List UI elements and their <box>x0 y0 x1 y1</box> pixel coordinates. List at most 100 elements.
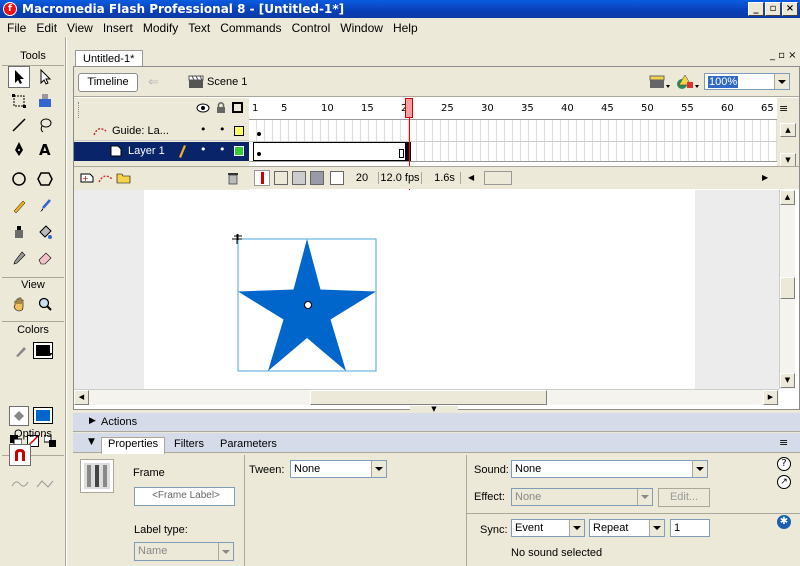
keyframe[interactable] <box>257 132 261 136</box>
snap-to-objects-icon[interactable] <box>9 444 31 466</box>
help-icon[interactable]: ? <box>777 457 791 471</box>
stage-scroll-up-icon[interactable]: ▲ <box>780 190 795 205</box>
edit-symbols-icon[interactable] <box>675 72 699 95</box>
line-tool-icon[interactable] <box>8 114 30 136</box>
scroll-down-icon[interactable]: ▼ <box>780 153 796 167</box>
edit-multiple-frames-icon[interactable] <box>310 171 324 185</box>
label-type-select[interactable]: Name <box>134 542 234 561</box>
fill-transform-tool-icon[interactable] <box>34 90 56 112</box>
lasso-tool-icon[interactable] <box>34 114 56 136</box>
scroll-up-icon[interactable]: ▲ <box>780 123 796 137</box>
delete-layer-trash-icon[interactable] <box>226 171 240 185</box>
paint-bucket-tool-icon[interactable] <box>34 221 56 243</box>
back-arrow-icon[interactable]: ⇐ <box>148 75 159 90</box>
onion-skin-outlines-icon[interactable] <box>292 171 306 185</box>
hscroll-right-icon[interactable]: ▶ <box>762 172 774 184</box>
stage-canvas[interactable] <box>144 190 695 389</box>
zoom-combo[interactable]: 100% <box>704 73 790 90</box>
free-transform-tool-icon[interactable] <box>8 90 30 112</box>
frame-label-input[interactable]: <Frame Label> <box>134 487 235 506</box>
eraser-tool-icon[interactable] <box>34 247 56 269</box>
oval-tool-icon[interactable] <box>8 168 30 190</box>
playhead[interactable] <box>405 98 413 118</box>
edit-sound-button[interactable]: Edit... <box>658 488 710 507</box>
effect-select[interactable]: None <box>511 488 653 506</box>
show-hide-eye-icon[interactable] <box>196 103 210 116</box>
frame-span[interactable] <box>253 142 409 161</box>
stage-vscrollbar[interactable]: ▲ ▼ <box>779 190 795 389</box>
stage-scroll-down-icon[interactable]: ▼ <box>780 373 795 388</box>
stage-scroll-right-icon[interactable]: ▶ <box>763 390 778 405</box>
timeline-toggle-button[interactable]: Timeline <box>78 73 138 92</box>
tween-select[interactable]: None <box>290 460 387 478</box>
actions-panel-header[interactable]: ▶ Actions <box>73 413 800 432</box>
brush-tool-icon[interactable] <box>34 195 56 217</box>
modify-onion-markers-icon[interactable] <box>330 171 344 185</box>
close-icon[interactable]: × <box>782 2 798 16</box>
collapse-arrow-icon[interactable]: ▼ <box>88 437 95 447</box>
menu-commands[interactable]: Commands <box>215 21 286 35</box>
add-motion-guide-icon[interactable] <box>98 172 114 184</box>
stage-hscrollbar[interactable]: ◀ ▶ <box>74 389 779 405</box>
menu-control[interactable]: Control <box>287 21 336 35</box>
edit-in-place-icon[interactable]: ↗ <box>777 475 791 489</box>
menu-window[interactable]: Window <box>335 21 388 35</box>
frame-rate[interactable]: 12.0 fps <box>378 172 422 184</box>
sound-select[interactable]: None <box>511 460 708 478</box>
lock-icon[interactable] <box>216 101 226 117</box>
repeat-count-input[interactable]: 1 <box>670 519 710 537</box>
onion-skin-icon[interactable] <box>274 171 288 185</box>
document-tab[interactable]: Untitled-1* <box>75 50 143 67</box>
hand-tool-icon[interactable] <box>8 293 30 315</box>
pen-tool-icon[interactable] <box>8 138 30 160</box>
polystar-tool-icon[interactable] <box>34 168 56 190</box>
tab-parameters[interactable]: Parameters <box>220 438 277 450</box>
menu-view[interactable]: View <box>62 21 98 35</box>
accessibility-icon[interactable]: ✱ <box>777 515 791 529</box>
restore-icon[interactable]: ▫ <box>765 2 781 16</box>
edit-scene-icon[interactable] <box>648 73 670 94</box>
transform-point[interactable] <box>304 301 312 309</box>
stroke-color-swatch[interactable] <box>33 342 53 359</box>
star-shape[interactable] <box>232 234 382 384</box>
menu-text[interactable]: Text <box>183 21 215 35</box>
timeline-menu-icon[interactable]: ≡ <box>779 102 788 115</box>
tab-properties[interactable]: Properties <box>101 437 166 454</box>
menu-help[interactable]: Help <box>388 21 423 35</box>
text-tool-icon[interactable]: A <box>34 138 56 160</box>
fill-color-swatch[interactable] <box>33 407 53 424</box>
subselection-tool-icon[interactable] <box>34 66 56 88</box>
sync-select[interactable]: Event <box>511 519 585 537</box>
layer-outline-color[interactable] <box>234 126 244 136</box>
smooth-icon[interactable] <box>9 473 31 495</box>
eyedropper-tool-icon[interactable] <box>8 247 30 269</box>
stage-scroll-left-icon[interactable]: ◀ <box>74 390 89 405</box>
panel-menu-icon[interactable]: ≡ <box>779 436 788 449</box>
tab-filters[interactable]: Filters <box>174 438 204 450</box>
minimize-icon[interactable]: _ <box>748 2 764 16</box>
expand-arrow-icon[interactable]: ▶ <box>89 416 96 426</box>
repeat-select[interactable]: Repeat <box>589 519 665 537</box>
ink-bottle-tool-icon[interactable] <box>8 221 30 243</box>
selected-frame[interactable] <box>405 142 411 161</box>
straighten-icon[interactable] <box>34 473 56 495</box>
menu-file[interactable]: File <box>2 21 31 35</box>
document-window-controls[interactable]: _ ▫ × <box>770 50 797 61</box>
insert-layer-icon[interactable]: + <box>80 172 96 184</box>
timeline-hscroll-thumb[interactable] <box>484 171 512 185</box>
center-frame-icon[interactable] <box>254 170 270 186</box>
menu-edit[interactable]: Edit <box>31 21 62 35</box>
menu-insert[interactable]: Insert <box>98 21 138 35</box>
selection-tool-icon[interactable] <box>8 66 30 88</box>
layer-row-layer1[interactable]: Layer 1 • • <box>74 142 249 161</box>
stage-vscroll-thumb[interactable] <box>780 277 795 299</box>
zoom-tool-icon[interactable] <box>34 293 56 315</box>
stage-hscroll-thumb[interactable] <box>310 390 547 405</box>
outline-toggle-icon[interactable] <box>232 102 243 113</box>
menu-modify[interactable]: Modify <box>138 21 183 35</box>
layer-row-guide[interactable]: Guide: La... • • <box>74 122 249 141</box>
layer-outline-color[interactable] <box>234 146 244 156</box>
keyframe[interactable] <box>257 152 261 156</box>
hscroll-left-icon[interactable]: ◀ <box>468 172 480 184</box>
frame-ruler[interactable]: 15101520253035404550556065 <box>249 98 784 120</box>
